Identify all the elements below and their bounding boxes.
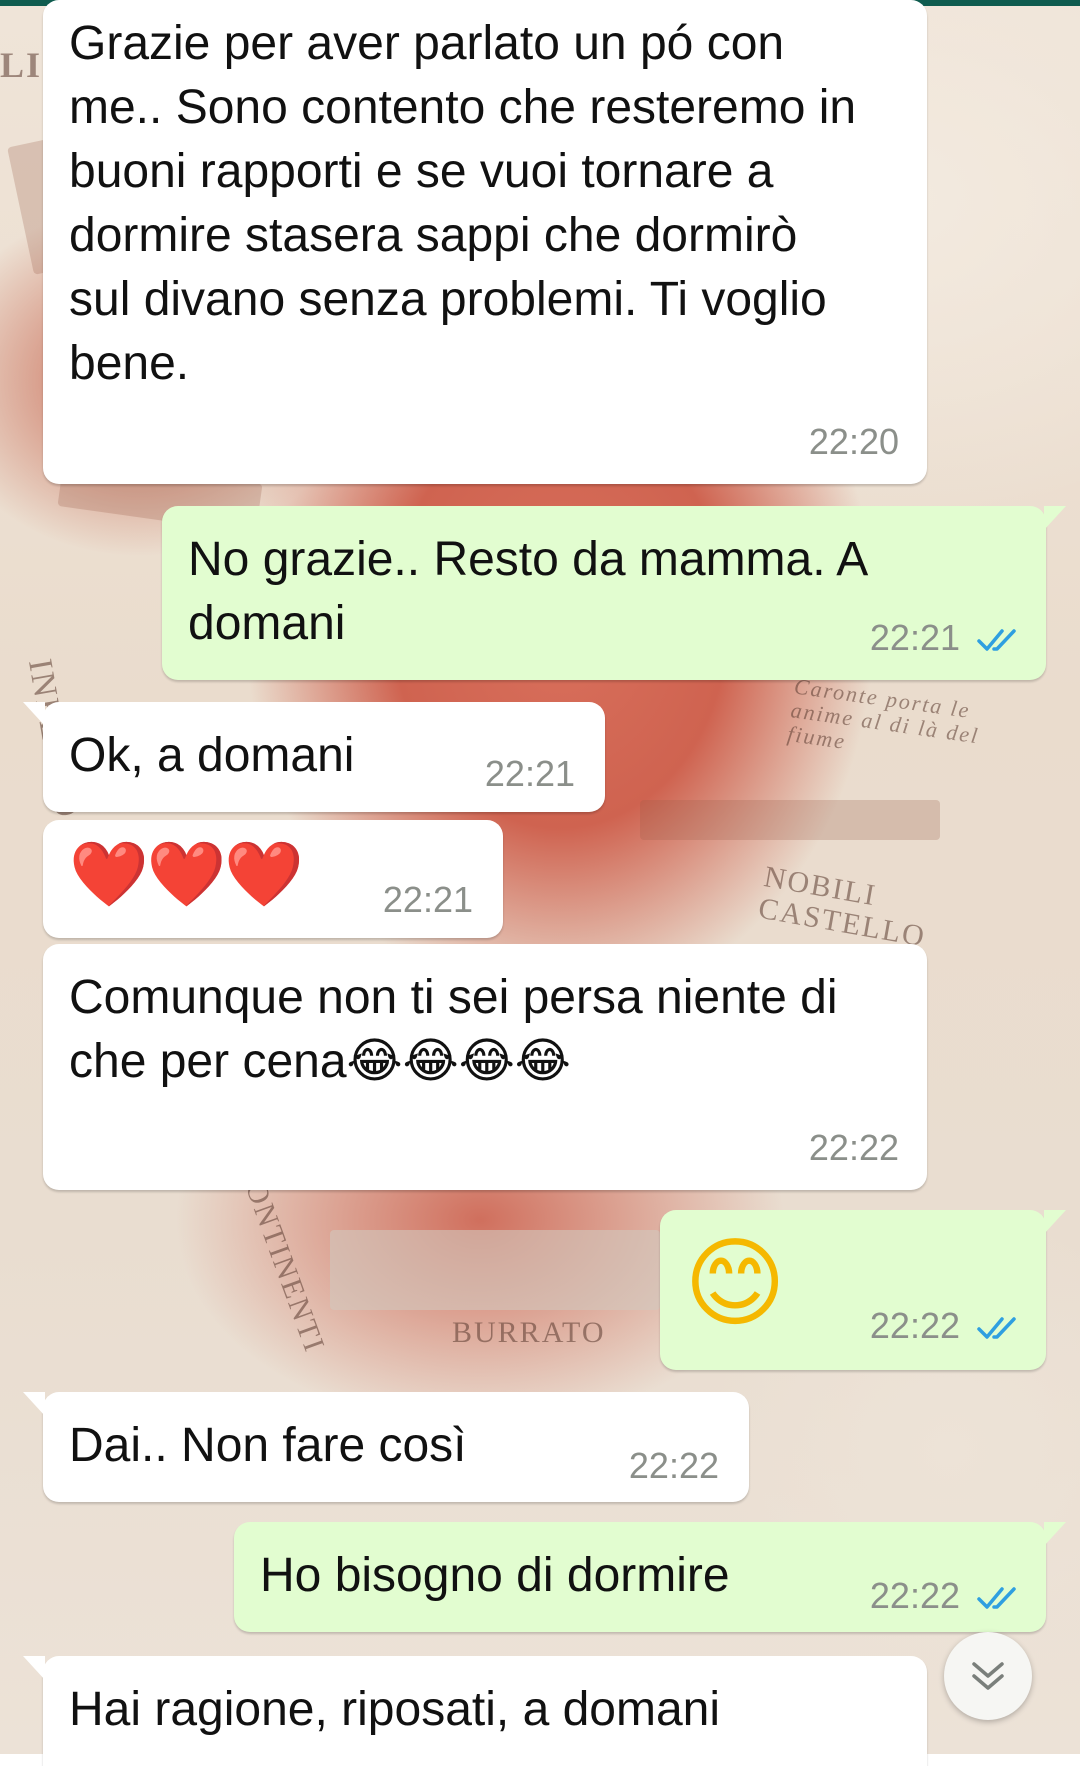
message-time: 22:22 [869, 1575, 960, 1616]
message-time: 22:21 [484, 753, 575, 794]
message-outgoing[interactable]: 😊 22:22 [660, 1210, 1066, 1370]
message-text: Grazie per aver parlato un pó con me.. S… [69, 17, 857, 390]
wallpaper-caronte-text: Caronte porta le anime al di là del fium… [785, 673, 981, 754]
message-text: No grazie.. Resto da mamma. A domani [188, 533, 866, 650]
message-time: 22:22 [808, 1127, 899, 1168]
double-check-icon [977, 1317, 1016, 1339]
wallpaper-burrato-text: BURRATO [452, 1316, 606, 1349]
scroll-to-bottom-button[interactable] [944, 1632, 1032, 1720]
message-incoming[interactable]: Hai ragione, riposati, a domani [23, 1656, 927, 1766]
message-time: 22:22 [869, 1305, 960, 1346]
message-time: 22:21 [869, 617, 960, 658]
wallpaper-left-top-text: LI [0, 45, 43, 85]
message-incoming[interactable]: ❤️❤️❤️ 22:21 [43, 820, 503, 938]
message-time: 22:21 [382, 879, 473, 920]
message-outgoing[interactable]: No grazie.. Resto da mamma. A domani 22:… [162, 506, 1066, 680]
message-incoming[interactable]: Ok, a domani 22:21 [23, 702, 605, 812]
message-text: Hai ragione, riposati, a domani [69, 1683, 721, 1736]
smiley-emoji: 😊 [684, 1228, 787, 1338]
message-time: 22:22 [628, 1445, 719, 1486]
double-check-icon [977, 1587, 1016, 1609]
message-text: Dai.. Non fare così [69, 1419, 467, 1472]
message-outgoing[interactable]: Ho bisogno di dormire 22:22 [234, 1522, 1066, 1632]
chevron-double-down-icon [972, 1662, 1004, 1690]
message-time: 22:20 [808, 421, 899, 462]
double-check-icon [977, 629, 1016, 651]
message-incoming[interactable]: Dai.. Non fare così 22:22 [23, 1392, 749, 1502]
message-incoming[interactable]: Comunque non ti sei persa niente di che … [43, 944, 927, 1190]
message-text: Comunque non ti sei persa niente di che … [69, 971, 838, 1088]
message-incoming[interactable]: Grazie per aver parlato un pó con me.. S… [43, 0, 927, 484]
